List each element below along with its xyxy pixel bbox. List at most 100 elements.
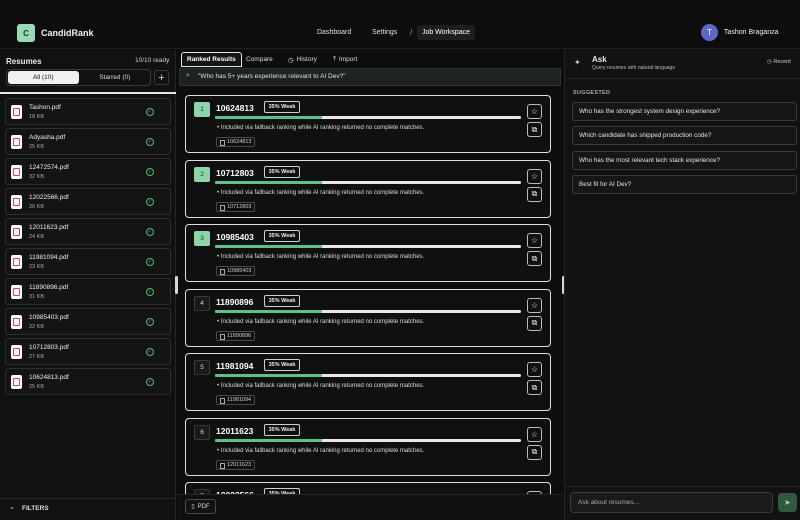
- file-size: 31 KB: [29, 294, 44, 300]
- check-circle-icon: ✓: [146, 348, 154, 356]
- avatar[interactable]: T: [701, 24, 718, 41]
- list-item[interactable]: 11981094.pdf 23 KB ✓: [5, 248, 171, 275]
- list-item[interactable]: 12022566.pdf 20 KB ✓: [5, 188, 171, 215]
- result-card[interactable]: 4 11890896 35% Weak • Included via fallback…: [185, 288, 551, 347]
- pdf-file-icon: [11, 315, 22, 329]
- nav-settings[interactable]: Settings: [372, 29, 397, 36]
- send-button[interactable]: ➤: [778, 493, 797, 512]
- list-item[interactable]: 10624813.pdf 25 KB ✓: [5, 368, 171, 395]
- tab-all[interactable]: All (10): [8, 71, 79, 84]
- tab-compare[interactable]: Compare: [246, 52, 273, 67]
- score-badge: 35% Weak: [263, 101, 301, 113]
- file-name: 10985403.pdf: [29, 314, 69, 321]
- add-resume-button[interactable]: +: [154, 70, 169, 85]
- result-card[interactable]: 6 12011623 35% Weak • Included via fallback…: [185, 417, 551, 476]
- list-item[interactable]: 11890896.pdf 31 KB ✓: [5, 278, 171, 305]
- star-button[interactable]: ☆: [527, 233, 542, 248]
- source-file-chip[interactable]: 10985403: [216, 266, 256, 276]
- file-name: Adyasha.pdf: [29, 134, 66, 141]
- check-circle-icon: ✓: [146, 228, 154, 236]
- file-name: 12011623.pdf: [29, 224, 69, 231]
- result-card[interactable]: 5 11981094 35% Weak • Included via fallback…: [185, 353, 551, 411]
- tab-ranked-results[interactable]: Ranked Results: [181, 52, 242, 67]
- file-name: 12472574.pdf: [29, 164, 69, 171]
- file-size: 20 KB: [29, 204, 44, 210]
- source-file-chip[interactable]: 11981094: [216, 395, 256, 405]
- suggestion-item[interactable]: Who has the most relevant tech stack exp…: [572, 150, 797, 170]
- score-badge: 35% Weak: [263, 423, 301, 436]
- chevron-down-icon[interactable]: ⌄: [9, 503, 15, 511]
- check-circle-icon: ✓: [146, 318, 154, 326]
- star-button[interactable]: ☆: [527, 297, 542, 313]
- rank-badge: 4: [194, 295, 210, 311]
- nav-job-workspace[interactable]: Job Workspace: [417, 25, 475, 40]
- pdf-file-icon: [11, 135, 22, 149]
- source-file-chip[interactable]: 11890896: [216, 330, 256, 341]
- logo[interactable]: C: [17, 24, 35, 42]
- ranking-note: • Included via fallback ranking while AI…: [217, 125, 425, 131]
- ranking-note: • Included via fallback ranking while AI…: [217, 447, 425, 454]
- score-badge: 35% Weak: [263, 165, 301, 178]
- document-icon: ▯: [191, 504, 195, 510]
- open-button[interactable]: ⧉: [527, 122, 542, 137]
- tab-starred[interactable]: Starred (0): [80, 70, 151, 85]
- list-item[interactable]: 12011623.pdf 24 KB ✓: [5, 218, 171, 245]
- export-pdf-button[interactable]: ▯ PDF: [185, 499, 216, 514]
- result-card[interactable]: 1 10624813 35% Weak • Included via fallback…: [185, 95, 551, 153]
- star-button[interactable]: ☆: [527, 104, 542, 119]
- filters-label[interactable]: FILTERS: [22, 505, 49, 512]
- recent-button[interactable]: ◷ Recent: [767, 59, 791, 65]
- tab-history[interactable]: ◷ History: [288, 52, 317, 67]
- file-name: Tashon.pdf: [29, 104, 61, 111]
- external-link-icon: ⧉: [531, 447, 538, 456]
- result-card[interactable]: 3 10985403 35% Weak • Included via fallback…: [185, 224, 551, 282]
- pdf-file-icon: [11, 105, 22, 119]
- file-size: 22 KB: [29, 324, 44, 330]
- list-item[interactable]: 12472574.pdf 32 KB ✓: [5, 158, 171, 185]
- ask-input[interactable]: Ask about resumes...: [570, 492, 773, 513]
- nav-dashboard[interactable]: Dashboard: [317, 29, 351, 36]
- star-button[interactable]: ☆: [527, 426, 542, 442]
- source-file-chip[interactable]: 12011623: [216, 459, 256, 470]
- ranking-note: • Included via fallback ranking while AI…: [217, 383, 425, 389]
- external-link-icon: ⧉: [531, 124, 538, 134]
- list-item[interactable]: 10712803.pdf 27 KB ✓: [5, 338, 171, 365]
- divider: [565, 78, 800, 79]
- rank-badge: 1: [194, 102, 210, 117]
- pdf-file-icon: [11, 255, 22, 269]
- star-icon: ☆: [530, 429, 539, 439]
- score-progress-fill: [215, 309, 323, 313]
- source-file-chip[interactable]: 10624813: [216, 137, 256, 147]
- score-progress-bar: [215, 245, 521, 248]
- score-progress-fill: [215, 116, 323, 119]
- source-file-chip[interactable]: 10712803: [216, 201, 256, 212]
- tab-history-label: History: [296, 56, 317, 63]
- tab-import[interactable]: ⤒ Import: [333, 52, 357, 67]
- ranking-note-text: Included via fallback ranking while AI r…: [220, 189, 425, 196]
- open-button[interactable]: ⧉: [527, 186, 542, 202]
- open-button[interactable]: ⧉: [527, 315, 542, 331]
- star-button[interactable]: ☆: [527, 362, 542, 377]
- open-button[interactable]: ⧉: [527, 380, 542, 395]
- star-button[interactable]: ☆: [527, 168, 542, 184]
- file-size: 32 KB: [29, 174, 44, 180]
- result-card[interactable]: 2 10712803 35% Weak • Included via fallback…: [185, 159, 551, 218]
- suggestion-item[interactable]: Best fit for AI Dev?: [572, 174, 797, 194]
- open-button[interactable]: ⧉: [527, 444, 542, 460]
- external-link-icon: ⧉: [531, 318, 538, 327]
- file-size: 25 KB: [29, 384, 44, 390]
- suggestion-item[interactable]: Who has the strongest system design expe…: [572, 102, 797, 121]
- ranking-note: • Included via fallback ranking while AI…: [217, 318, 425, 325]
- brand-name[interactable]: CandidRank: [41, 28, 94, 38]
- list-item[interactable]: Tashon.pdf 18 KB ✓: [5, 98, 171, 125]
- suggestion-item[interactable]: Which candidate has shipped production c…: [572, 126, 797, 146]
- candidate-id: 11981094: [216, 361, 254, 371]
- user-name[interactable]: Tashon Braganza: [724, 29, 778, 36]
- open-button[interactable]: ⧉: [527, 251, 542, 266]
- tab-import-label: Import: [338, 56, 358, 63]
- list-item[interactable]: Adyasha.pdf 25 KB ✓: [5, 128, 171, 155]
- file-size: 24 KB: [29, 234, 44, 240]
- check-circle-icon: ✓: [146, 108, 154, 116]
- list-item[interactable]: 10985403.pdf 22 KB ✓: [5, 308, 171, 335]
- left-resize-handle[interactable]: [175, 276, 178, 294]
